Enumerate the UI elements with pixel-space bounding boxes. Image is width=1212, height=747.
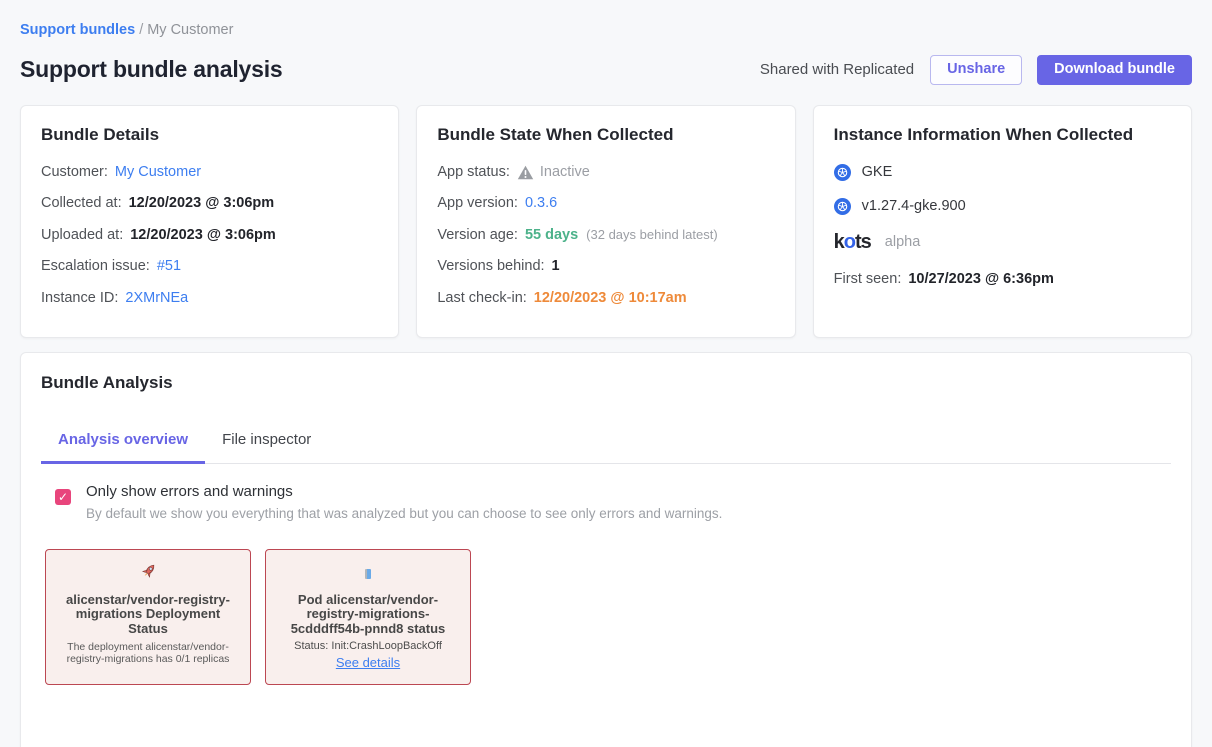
last-checkin-row: Last check-in: 12/20/2023 @ 10:17am bbox=[437, 290, 774, 306]
filter-text-block: Only show errors and warnings By default… bbox=[86, 483, 722, 521]
page-header: Support bundle analysis Shared with Repl… bbox=[20, 55, 1192, 85]
version-age-label: Version age: bbox=[437, 227, 518, 243]
header-actions: Shared with Replicated Unshare Download … bbox=[760, 55, 1192, 85]
distribution-row: GKE bbox=[834, 164, 1171, 181]
app-version-row: App version: 0.3.6 bbox=[437, 195, 774, 211]
filter-label: Only show errors and warnings bbox=[86, 483, 722, 500]
instance-info-title: Instance Information When Collected bbox=[834, 125, 1171, 145]
bundle-details-title: Bundle Details bbox=[41, 125, 378, 145]
errors-filter-row: ✓ Only show errors and warnings By defau… bbox=[41, 483, 1171, 521]
analyzer-card-title: alicenstar/vendor-registry-migrations De… bbox=[58, 593, 238, 636]
broken-image-icon bbox=[365, 569, 371, 579]
distribution-value: GKE bbox=[862, 164, 893, 180]
unshare-button[interactable]: Unshare bbox=[930, 55, 1022, 85]
filter-description: By default we show you everything that w… bbox=[86, 506, 722, 521]
first-seen-value: 10/27/2023 @ 6:36pm bbox=[908, 271, 1054, 287]
instance-id-link[interactable]: 2XMrNEa bbox=[125, 290, 188, 306]
analyzer-card-description: The deployment alicenstar/vendor-registr… bbox=[58, 641, 238, 666]
see-details-link[interactable]: See details bbox=[336, 655, 400, 670]
breadcrumb-separator: / bbox=[139, 22, 143, 38]
uploaded-at-value: 12/20/2023 @ 3:06pm bbox=[130, 227, 276, 243]
k8s-version-value: v1.27.4-gke.900 bbox=[862, 198, 966, 214]
breadcrumb: Support bundles/My Customer bbox=[20, 22, 1192, 38]
analyzer-card-status: Status: Init:CrashLoopBackOff bbox=[278, 640, 458, 652]
only-errors-checkbox[interactable]: ✓ bbox=[55, 489, 71, 505]
k8s-version-row: v1.27.4-gke.900 bbox=[834, 198, 1171, 215]
versions-behind-label: Versions behind: bbox=[437, 258, 544, 274]
rocket-icon bbox=[139, 562, 158, 586]
versions-behind-row: Versions behind: 1 bbox=[437, 258, 774, 274]
support-bundle-analysis-page: Support bundles/My Customer Support bund… bbox=[0, 0, 1212, 747]
collected-at-label: Collected at: bbox=[41, 195, 122, 211]
app-status-row: App status: Inactive bbox=[437, 164, 774, 180]
customer-label: Customer: bbox=[41, 164, 108, 180]
download-bundle-button[interactable]: Download bundle bbox=[1037, 55, 1192, 85]
app-status-label: App status: bbox=[437, 164, 510, 180]
summary-cards-row: Bundle Details Customer: My Customer Col… bbox=[20, 105, 1192, 338]
analyzer-results: alicenstar/vendor-registry-migrations De… bbox=[41, 549, 1171, 685]
escalation-issue-label: Escalation issue: bbox=[41, 258, 150, 274]
breadcrumb-current: My Customer bbox=[147, 22, 233, 38]
escalation-issue-link[interactable]: #51 bbox=[157, 258, 181, 274]
versions-behind-value: 1 bbox=[552, 258, 560, 274]
shared-status-text: Shared with Replicated bbox=[760, 61, 914, 78]
bundle-state-card: Bundle State When Collected App status: … bbox=[416, 105, 795, 338]
analyzer-card-pod-status[interactable]: Pod alicenstar/vendor-registry-migration… bbox=[265, 549, 471, 685]
kubernetes-version-icon bbox=[834, 198, 851, 215]
first-seen-row: First seen: 10/27/2023 @ 6:36pm bbox=[834, 271, 1171, 287]
collected-at-row: Collected at: 12/20/2023 @ 3:06pm bbox=[41, 195, 378, 211]
customer-row: Customer: My Customer bbox=[41, 164, 378, 180]
first-seen-label: First seen: bbox=[834, 271, 902, 287]
uploaded-at-label: Uploaded at: bbox=[41, 227, 123, 243]
last-checkin-label: Last check-in: bbox=[437, 290, 526, 306]
bundle-analysis-title: Bundle Analysis bbox=[41, 373, 1171, 393]
warning-triangle-icon bbox=[517, 165, 534, 180]
collected-at-value: 12/20/2023 @ 3:06pm bbox=[129, 195, 275, 211]
tab-file-inspector[interactable]: File inspector bbox=[205, 425, 328, 463]
instance-id-label: Instance ID: bbox=[41, 290, 118, 306]
tab-analysis-overview[interactable]: Analysis overview bbox=[41, 425, 205, 464]
version-age-note: (32 days behind latest) bbox=[586, 227, 718, 242]
version-age-row: Version age: 55 days (32 days behind lat… bbox=[437, 227, 774, 243]
kots-row: kots alpha bbox=[834, 232, 1171, 252]
escalation-issue-row: Escalation issue: #51 bbox=[41, 258, 378, 274]
version-age-value: 55 days bbox=[525, 227, 578, 243]
bundle-details-card: Bundle Details Customer: My Customer Col… bbox=[20, 105, 399, 338]
analyzer-card-title: Pod alicenstar/vendor-registry-migration… bbox=[278, 593, 458, 636]
analysis-tabs: Analysis overview File inspector bbox=[41, 425, 1171, 464]
instance-info-card: Instance Information When Collected GKE … bbox=[813, 105, 1192, 338]
app-version-link[interactable]: 0.3.6 bbox=[525, 195, 557, 211]
uploaded-at-row: Uploaded at: 12/20/2023 @ 3:06pm bbox=[41, 227, 378, 243]
app-status-value: Inactive bbox=[540, 164, 590, 180]
kots-logo: kots bbox=[834, 232, 871, 252]
page-title: Support bundle analysis bbox=[20, 56, 283, 83]
app-version-label: App version: bbox=[437, 195, 518, 211]
analyzer-card-deployment-status[interactable]: alicenstar/vendor-registry-migrations De… bbox=[45, 549, 251, 685]
breadcrumb-support-bundles-link[interactable]: Support bundles bbox=[20, 22, 135, 38]
last-checkin-value: 12/20/2023 @ 10:17am bbox=[534, 290, 687, 306]
bundle-analysis-card: Bundle Analysis Analysis overview File i… bbox=[20, 352, 1192, 747]
instance-id-row: Instance ID: 2XMrNEa bbox=[41, 290, 378, 306]
customer-link[interactable]: My Customer bbox=[115, 164, 201, 180]
kubernetes-distribution-icon bbox=[834, 164, 851, 181]
bundle-state-title: Bundle State When Collected bbox=[437, 125, 774, 145]
kots-channel: alpha bbox=[885, 234, 920, 250]
